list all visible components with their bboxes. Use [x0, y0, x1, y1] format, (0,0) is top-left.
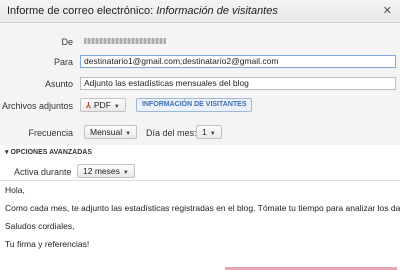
dialog-title: Informe de correo electrónico: Informaci… — [7, 5, 278, 17]
frequency-label: Frecuencia — [28, 128, 73, 138]
day-of-month-select[interactable]: 1 ▼ — [196, 125, 222, 139]
advanced-options-toggle[interactable]: ▾ OPCIONES AVANZADAS — [5, 148, 92, 156]
day-of-month-value: 1 — [202, 127, 207, 137]
message-line: Como cada mes, te adjunto las estadístic… — [5, 203, 400, 213]
attachments-label: Archivos adjuntos — [1, 101, 73, 111]
dialog-title-main: Informe de correo electrónico: — [7, 5, 157, 17]
divider — [0, 180, 400, 181]
message-line: Tu firma y referencias! — [5, 239, 90, 249]
close-icon[interactable]: ✕ — [383, 4, 392, 17]
dialog-titlebar: Informe de correo electrónico: Informaci… — [0, 0, 400, 23]
to-label: Para — [53, 57, 73, 67]
pdf-icon: ⅄ — [86, 101, 91, 110]
chevron-down-icon: ▼ — [122, 170, 129, 176]
dialog-title-sub: Información de visitantes — [156, 5, 278, 17]
chevron-down-icon: ▼ — [125, 131, 132, 137]
chevron-down-icon: ▼ — [209, 131, 216, 137]
frequency-value: Mensual — [90, 127, 123, 137]
day-of-month-label: Día del mes: — [146, 128, 197, 138]
subject-label: Asunto — [44, 79, 73, 89]
collapse-triangle-icon: ▾ — [5, 149, 9, 156]
subject-field[interactable]: Adjunto las estadísticas mensuales del b… — [80, 77, 396, 90]
from-value-redacted — [84, 38, 166, 44]
active-during-label: Activa durante — [14, 167, 72, 177]
message-body[interactable]: Hola, Como cada mes, te adjunto las esta… — [5, 185, 400, 258]
message-line: Saludos cordiales, — [5, 221, 75, 231]
attachment-format-value: PDF — [93, 100, 111, 110]
advanced-options-label: OPCIONES AVANZADAS — [10, 149, 93, 156]
active-during-value: 12 meses — [83, 166, 120, 176]
active-during-select[interactable]: 12 meses ▼ — [77, 164, 135, 178]
from-label: De — [61, 37, 73, 47]
message-line: Hola, — [5, 185, 25, 195]
attachment-format-select[interactable]: ⅄ PDF ▼ — [80, 98, 126, 112]
frequency-select[interactable]: Mensual ▼ — [84, 125, 138, 139]
attachment-report-chip[interactable]: INFORMACIÓN DE VISITANTES — [136, 98, 253, 112]
chevron-down-icon: ▼ — [113, 104, 120, 110]
to-field[interactable]: destinatario1@gmail.com;destinatario2@gm… — [80, 55, 396, 68]
